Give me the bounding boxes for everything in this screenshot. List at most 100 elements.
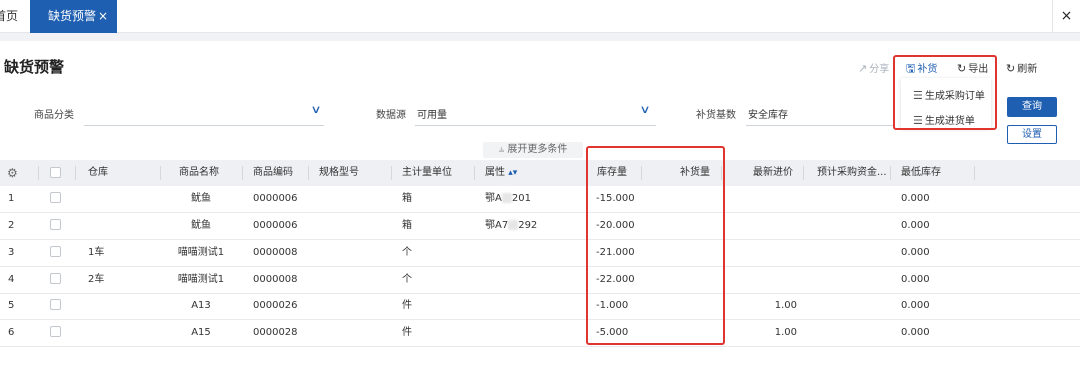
row-checkbox[interactable] — [50, 246, 61, 257]
expand-more-label: 展开更多条件 — [507, 144, 568, 155]
select-all-checkbox[interactable] — [50, 167, 61, 178]
cell-price: 1.00 — [774, 300, 797, 311]
cell-price — [737, 267, 797, 293]
cell-code: 0000028 — [253, 327, 298, 338]
cell-name: 喵喵测试1 — [177, 247, 225, 258]
tab-bar: 首页 缺货预警 × × — [0, 0, 1080, 33]
table-row[interactable]: 1 鱿鱼 0000006 箱 -15.000 0.000 鄂A 201 — [0, 186, 1080, 213]
cell-name: A15 — [191, 327, 211, 338]
cell-unit: 箱 — [402, 193, 412, 204]
cell-code: 0000008 — [253, 247, 298, 258]
cell-price: 1.00 — [774, 327, 797, 338]
cell-no: 5 — [8, 300, 15, 311]
refresh-button[interactable]: ↻ 刷新 — [1006, 60, 1037, 75]
category-label: 商品分类 — [34, 110, 74, 121]
category-select[interactable] — [84, 106, 322, 120]
cell-code: 0000006 — [253, 193, 298, 204]
col-min-stock[interactable]: 最低库存 — [901, 160, 941, 186]
cell-name: A13 — [191, 300, 211, 311]
cell-min: 0.000 — [901, 274, 930, 285]
table-row[interactable]: 2 鱿鱼 0000006 箱 -20.000 0.000 鄂A7 292 — [0, 213, 1080, 240]
col-est-fund[interactable]: 预计采购资金... — [817, 160, 887, 186]
sort-icon[interactable]: ▴▾ — [508, 168, 517, 178]
column-separator — [242, 166, 243, 180]
cell-min: 0.000 — [901, 300, 930, 311]
cell-price — [737, 186, 797, 212]
cell-price — [737, 240, 797, 266]
column-separator — [474, 166, 475, 180]
tab-stock-alert[interactable]: 缺货预警 × — [30, 0, 117, 33]
col-spec[interactable]: 规格型号 — [319, 160, 359, 186]
settings-button[interactable]: 设置 — [1007, 125, 1057, 144]
cell-name: 鱿鱼 — [191, 220, 211, 231]
gear-icon[interactable]: ⚙ — [7, 160, 18, 186]
cell-min: 0.000 — [901, 220, 930, 231]
cell-unit: 个 — [402, 247, 412, 258]
cell-min: 0.000 — [901, 193, 930, 204]
page-title: 缺货预警 — [4, 58, 65, 76]
table-header: ⚙ 仓库 商品名称 商品编码 规格型号 主计量单位 属性 ▴▾ 库存量 补货量 … — [0, 160, 1080, 186]
redacted-mark — [508, 220, 519, 230]
cell-no: 3 — [8, 247, 15, 258]
column-separator — [890, 166, 891, 180]
col-product-name[interactable]: 商品名称 — [179, 160, 219, 186]
tab-home-label: 首页 — [0, 9, 19, 23]
row-checkbox[interactable] — [50, 299, 61, 310]
table-row[interactable]: 3 1车 喵喵测试1 0000008 个 -21.000 0.000 — [0, 240, 1080, 267]
chevron-down-icon[interactable]: ∨ — [639, 103, 650, 116]
row-checkbox[interactable] — [50, 273, 61, 284]
cell-no: 4 — [8, 274, 15, 285]
cell-attribute-suffix: 292 — [518, 220, 538, 231]
row-checkbox[interactable] — [50, 192, 61, 203]
refresh-label: 刷新 — [1017, 64, 1038, 75]
cell-code: 0000006 — [253, 220, 298, 231]
column-separator — [308, 166, 309, 180]
row-checkbox[interactable] — [50, 219, 61, 230]
column-separator — [75, 166, 76, 180]
column-separator — [391, 166, 392, 180]
cell-price — [737, 213, 797, 239]
query-button[interactable]: 查询 — [1007, 97, 1057, 117]
column-separator — [803, 166, 804, 180]
col-warehouse[interactable]: 仓库 — [88, 160, 108, 186]
source-underline — [415, 125, 656, 126]
highlight-box-toolbar — [893, 55, 997, 130]
share-icon: ↗ — [858, 62, 868, 75]
tab-home[interactable]: 首页 — [0, 0, 18, 33]
chevron-double-down-icon: ⫨ — [498, 144, 505, 155]
table-row[interactable]: 6 A15 0000028 件 -5.000 1.00 0.000 — [0, 320, 1080, 347]
cell-warehouse: 1车 — [88, 247, 105, 258]
cell-name: 喵喵测试1 — [177, 274, 225, 285]
refresh-icon: ↻ — [1006, 62, 1016, 75]
cell-attribute: 鄂A 201 — [485, 186, 531, 212]
source-select[interactable]: 可用量 — [417, 106, 655, 121]
tab-stock-alert-label: 缺货预警 — [48, 9, 97, 23]
col-attribute[interactable]: 属性 ▴▾ — [485, 160, 517, 186]
table-row[interactable]: 5 A13 0000026 件 -1.000 1.00 0.000 — [0, 293, 1080, 320]
row-checkbox[interactable] — [50, 326, 61, 337]
expand-more-button[interactable]: ⫨ 展开更多条件 — [483, 142, 583, 158]
cell-name: 鱿鱼 — [191, 193, 211, 204]
highlight-box-stock-columns — [586, 146, 725, 345]
col-product-code[interactable]: 商品编码 — [253, 160, 293, 186]
table-row[interactable]: 4 2车 喵喵测试1 0000008 个 -22.000 0.000 — [0, 267, 1080, 294]
cell-unit: 箱 — [402, 220, 412, 231]
basis-select[interactable]: 安全库存 — [748, 106, 888, 121]
cell-attribute-prefix: 鄂A7 — [485, 220, 509, 231]
share-button[interactable]: ↗ 分享 — [858, 60, 889, 75]
column-separator — [38, 166, 39, 180]
source-label: 数据源 — [376, 110, 406, 121]
cell-attribute-suffix: 201 — [511, 193, 531, 204]
tab-close-icon[interactable]: × — [98, 0, 108, 33]
redacted-mark — [501, 193, 512, 203]
close-all-tabs-icon[interactable]: × — [1052, 0, 1080, 33]
column-separator — [974, 166, 975, 180]
basis-underline — [746, 125, 893, 126]
col-latest-price[interactable]: 最新进价 — [753, 160, 793, 186]
chevron-down-icon[interactable]: ∨ — [310, 103, 321, 116]
col-attribute-label: 属性 — [485, 167, 505, 178]
cell-warehouse: 2车 — [88, 274, 105, 285]
cell-unit: 个 — [402, 274, 412, 285]
col-unit[interactable]: 主计量单位 — [402, 160, 452, 186]
cell-min: 0.000 — [901, 327, 930, 338]
